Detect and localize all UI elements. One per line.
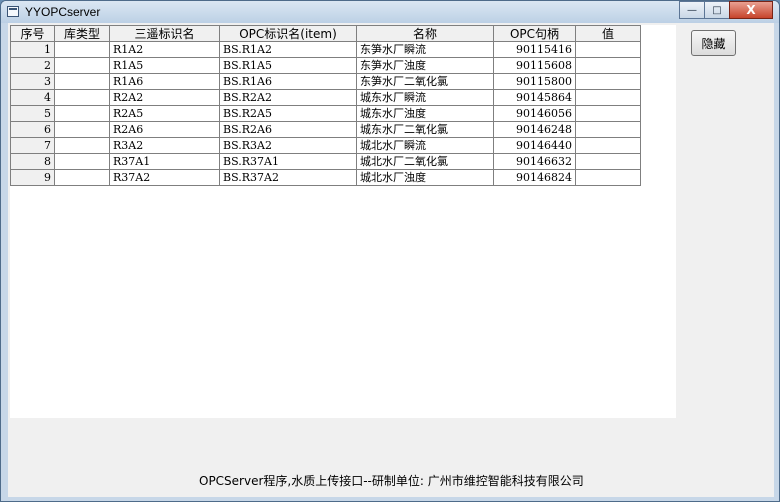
row-index[interactable]: 8 xyxy=(10,153,55,170)
cell-opc-item[interactable]: BS.R2A2 xyxy=(219,89,357,106)
close-icon: X xyxy=(746,3,756,17)
cell-value[interactable] xyxy=(575,137,641,154)
table-row[interactable]: 7 R3A2 BS.R3A2 城北水厂瞬流 90146440 xyxy=(10,137,641,154)
cell-telemetry-name[interactable]: R2A6 xyxy=(109,121,220,138)
footer-text: OPCServer程序,水质上传接口--研制单位: 广州市维控智能科技有限公司 xyxy=(199,474,584,488)
row-index[interactable]: 4 xyxy=(10,89,55,106)
app-window: YYOPCserver — □ X 序号 库类型 三遥标识名 OPC标识名(it… xyxy=(0,0,780,502)
client-area: 序号 库类型 三遥标识名 OPC标识名(item) 名称 OPC句柄 值 1 R1… xyxy=(8,23,774,497)
row-index[interactable]: 5 xyxy=(10,105,55,122)
cell-opc-item[interactable]: BS.R3A2 xyxy=(219,137,357,154)
row-index[interactable]: 3 xyxy=(10,73,55,90)
cell-lib-type[interactable] xyxy=(54,41,110,58)
cell-lib-type[interactable] xyxy=(54,121,110,138)
hide-button[interactable]: 隐藏 xyxy=(691,30,736,56)
cell-telemetry-name[interactable]: R1A6 xyxy=(109,73,220,90)
col-header-opc-item[interactable]: OPC标识名(item) xyxy=(219,25,357,42)
cell-value[interactable] xyxy=(575,169,641,186)
cell-opc-handle[interactable]: 90146248 xyxy=(493,121,576,138)
cell-opc-item[interactable]: BS.R2A6 xyxy=(219,121,357,138)
cell-name[interactable]: 东笋水厂浊度 xyxy=(356,57,494,74)
window-title: YYOPCserver xyxy=(25,5,101,19)
cell-name[interactable]: 东笋水厂瞬流 xyxy=(356,41,494,58)
cell-opc-item[interactable]: BS.R37A1 xyxy=(219,153,357,170)
title-bar[interactable]: YYOPCserver — □ X xyxy=(1,1,779,23)
cell-name[interactable]: 城北水厂瞬流 xyxy=(356,137,494,154)
cell-telemetry-name[interactable]: R3A2 xyxy=(109,137,220,154)
table-row[interactable]: 6 R2A6 BS.R2A6 城东水厂二氧化氯 90146248 xyxy=(10,121,641,138)
minimize-icon: — xyxy=(687,4,697,16)
cell-opc-item[interactable]: BS.R1A6 xyxy=(219,73,357,90)
cell-lib-type[interactable] xyxy=(54,89,110,106)
table-row[interactable]: 8 R37A1 BS.R37A1 城北水厂二氧化氯 90146632 xyxy=(10,153,641,170)
row-index[interactable]: 7 xyxy=(10,137,55,154)
col-header-opc-handle[interactable]: OPC句柄 xyxy=(493,25,576,42)
cell-value[interactable] xyxy=(575,73,641,90)
cell-lib-type[interactable] xyxy=(54,169,110,186)
data-grid-area[interactable]: 序号 库类型 三遥标识名 OPC标识名(item) 名称 OPC句柄 值 1 R1… xyxy=(10,25,676,418)
cell-value[interactable] xyxy=(575,121,641,138)
col-header-lib-type[interactable]: 库类型 xyxy=(54,25,110,42)
table-row[interactable]: 1 R1A2 BS.R1A2 东笋水厂瞬流 90115416 xyxy=(10,41,641,58)
minimize-button[interactable]: — xyxy=(679,1,705,19)
row-index[interactable]: 9 xyxy=(10,169,55,186)
cell-opc-item[interactable]: BS.R37A2 xyxy=(219,169,357,186)
cell-name[interactable]: 城东水厂浊度 xyxy=(356,105,494,122)
cell-value[interactable] xyxy=(575,57,641,74)
cell-opc-handle[interactable]: 90146824 xyxy=(493,169,576,186)
cell-telemetry-name[interactable]: R2A2 xyxy=(109,89,220,106)
cell-telemetry-name[interactable]: R1A5 xyxy=(109,57,220,74)
cell-value[interactable] xyxy=(575,89,641,106)
col-header-value[interactable]: 值 xyxy=(575,25,641,42)
row-index[interactable]: 1 xyxy=(10,41,55,58)
cell-telemetry-name[interactable]: R2A5 xyxy=(109,105,220,122)
cell-opc-handle[interactable]: 90145864 xyxy=(493,89,576,106)
cell-name[interactable]: 城东水厂二氧化氯 xyxy=(356,121,494,138)
cell-lib-type[interactable] xyxy=(54,153,110,170)
col-header-index[interactable]: 序号 xyxy=(10,25,55,42)
cell-lib-type[interactable] xyxy=(54,73,110,90)
cell-value[interactable] xyxy=(575,105,641,122)
col-header-name[interactable]: 名称 xyxy=(356,25,494,42)
table-row[interactable]: 3 R1A6 BS.R1A6 东笋水厂二氧化氯 90115800 xyxy=(10,73,641,90)
cell-opc-handle[interactable]: 90115608 xyxy=(493,57,576,74)
cell-lib-type[interactable] xyxy=(54,137,110,154)
cell-opc-handle[interactable]: 90115416 xyxy=(493,41,576,58)
cell-lib-type[interactable] xyxy=(54,105,110,122)
cell-opc-handle[interactable]: 90115800 xyxy=(493,73,576,90)
cell-telemetry-name[interactable]: R37A2 xyxy=(109,169,220,186)
table-row[interactable]: 9 R37A2 BS.R37A2 城北水厂浊度 90146824 xyxy=(10,169,641,186)
row-index[interactable]: 2 xyxy=(10,57,55,74)
cell-telemetry-name[interactable]: R1A2 xyxy=(109,41,220,58)
window-controls: — □ X xyxy=(679,1,773,19)
cell-opc-item[interactable]: BS.R2A5 xyxy=(219,105,357,122)
cell-telemetry-name[interactable]: R37A1 xyxy=(109,153,220,170)
table-row[interactable]: 2 R1A5 BS.R1A5 东笋水厂浊度 90115608 xyxy=(10,57,641,74)
close-button[interactable]: X xyxy=(729,1,773,19)
cell-name[interactable]: 城东水厂瞬流 xyxy=(356,89,494,106)
cell-opc-item[interactable]: BS.R1A5 xyxy=(219,57,357,74)
cell-name[interactable]: 城北水厂二氧化氯 xyxy=(356,153,494,170)
col-header-telemetry-name[interactable]: 三遥标识名 xyxy=(109,25,220,42)
cell-opc-handle[interactable]: 90146440 xyxy=(493,137,576,154)
maximize-button[interactable]: □ xyxy=(704,1,730,19)
cell-value[interactable] xyxy=(575,153,641,170)
app-icon xyxy=(7,6,19,17)
grid-header-row: 序号 库类型 三遥标识名 OPC标识名(item) 名称 OPC句柄 值 xyxy=(10,25,641,42)
cell-name[interactable]: 城北水厂浊度 xyxy=(356,169,494,186)
cell-opc-item[interactable]: BS.R1A2 xyxy=(219,41,357,58)
maximize-icon: □ xyxy=(712,4,722,16)
row-index[interactable]: 6 xyxy=(10,121,55,138)
cell-value[interactable] xyxy=(575,41,641,58)
table-row[interactable]: 5 R2A5 BS.R2A5 城东水厂浊度 90146056 xyxy=(10,105,641,122)
table-row[interactable]: 4 R2A2 BS.R2A2 城东水厂瞬流 90145864 xyxy=(10,89,641,106)
cell-opc-handle[interactable]: 90146056 xyxy=(493,105,576,122)
data-grid[interactable]: 序号 库类型 三遥标识名 OPC标识名(item) 名称 OPC句柄 值 1 R1… xyxy=(10,25,641,186)
cell-name[interactable]: 东笋水厂二氧化氯 xyxy=(356,73,494,90)
cell-lib-type[interactable] xyxy=(54,57,110,74)
cell-opc-handle[interactable]: 90146632 xyxy=(493,153,576,170)
